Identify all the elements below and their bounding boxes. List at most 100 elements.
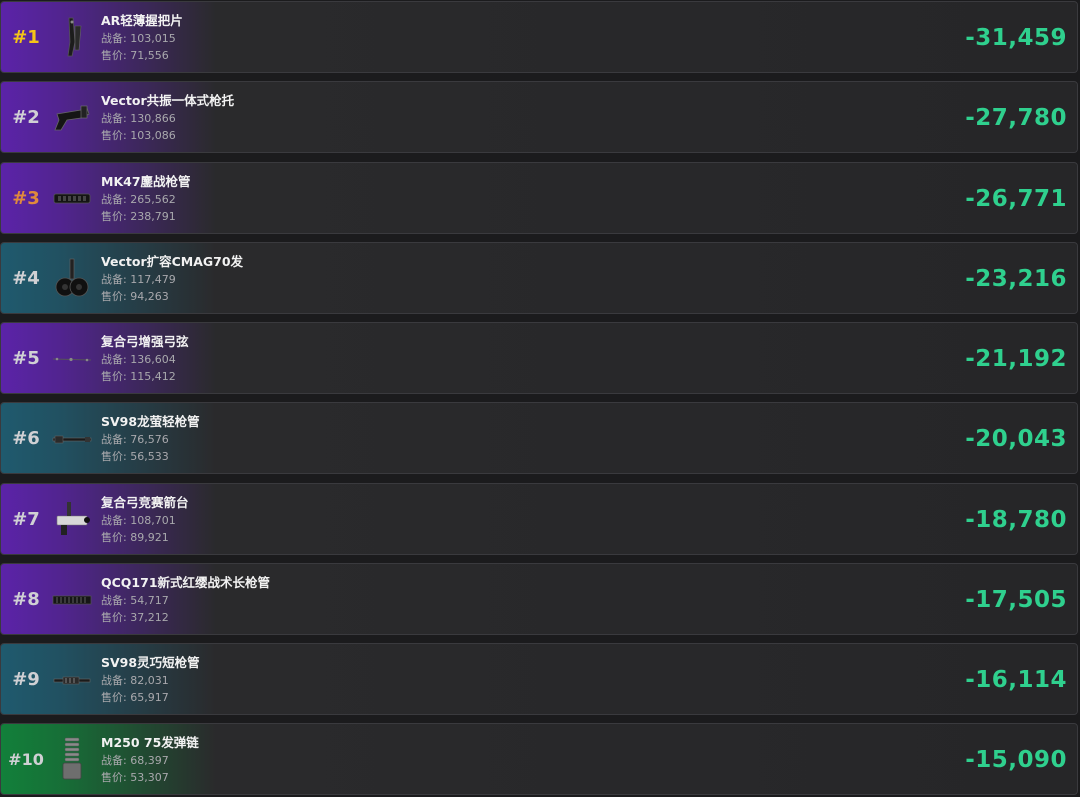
item-cost: 战备: 117,479 [101, 271, 601, 288]
price-value: 103,086 [130, 129, 176, 143]
item-info: AR轻薄握把片 战备: 103,015 售价: 71,556 [101, 12, 601, 64]
price-value: 65,917 [130, 691, 169, 704]
item-cost: 战备: 68,397 [101, 752, 601, 769]
rank-number: #1 [12, 27, 40, 48]
profit-value: -20,043 [965, 426, 1067, 453]
item-info: SV98灵巧短枪管 战备: 82,031 售价: 65,917 [101, 654, 601, 706]
price-value: 37,212 [130, 610, 169, 624]
ranking-row[interactable]: #2 Vector共振一体式枪托 战备: 130,866 售价: 103,086 -27… [0, 81, 1078, 154]
grip-icon [51, 12, 93, 64]
ranking-row[interactable]: #5 复合弓增强弓弦 战备: 136,604 售价: 115,412 -21,192 [0, 322, 1078, 394]
ranking-row[interactable]: #1 AR轻薄握把片 战备: 103,015 售价: 71,556 -31,459 [0, 1, 1078, 73]
cost-label: 战备: [101, 593, 127, 607]
price-label: 售价: [101, 450, 127, 464]
item-info: Vector扩容CMAG70发战备: 117,479 售价: 94,263 [101, 253, 601, 305]
price-label: 售价: [101, 129, 127, 143]
item-price: 售价: 56,533 [101, 448, 601, 465]
ammo-belt-icon [51, 734, 93, 786]
item-info: 复合弓增强弓弦 战备: 136,604 售价: 115,412 [101, 333, 601, 385]
price-value: 94,263 [130, 289, 169, 303]
rail-barrel-icon [51, 574, 93, 626]
item-price: 售价: 115,412 [101, 368, 601, 385]
cost-label: 战备: [101, 353, 127, 366]
cost-value: 82,031 [130, 674, 169, 687]
price-value: 89,921 [130, 530, 169, 544]
ranking-row[interactable]: #8 QCQ171新式红缨战术长枪管 战备: 54,717 售价: 37,212 -17… [0, 562, 1078, 635]
cost-label: 战备: [101, 674, 127, 687]
price-label: 售价: [101, 530, 127, 544]
item-cost: 战备: 82,031 [101, 672, 601, 689]
item-name: M250 75发弹链 [101, 735, 199, 751]
item-price: 售价: 53,307 [101, 769, 601, 786]
cost-value: 76,576 [130, 433, 169, 447]
barrel-icon [51, 173, 93, 225]
cost-value: 136,604 [130, 353, 176, 366]
item-name: Vector共振一体式枪托 [101, 93, 235, 109]
cost-label: 战备: [101, 192, 127, 206]
drum-magazine-icon [51, 253, 93, 305]
item-cost: 战备: 108,701 [101, 512, 601, 529]
rank-number: #3 [12, 187, 40, 209]
item-cost: 战备: 76,576 [101, 431, 601, 448]
item-name: MK47鏖战枪管 [101, 173, 191, 189]
item-cost: 战备: 54,717 [101, 592, 601, 609]
item-name: 复合弓增强弓弦 [101, 334, 189, 349]
item-info: SV98龙萤轻枪管 战备: 76,576 售价: 56,533 [101, 413, 601, 465]
price-value: 56,533 [130, 450, 169, 464]
profit-value: -18,780 [965, 506, 1067, 533]
profit-value: -17,505 [965, 586, 1067, 613]
item-price: 售价: 65,917 [101, 689, 601, 706]
profit-value: -31,459 [965, 25, 1067, 51]
short-barrel-icon [51, 654, 93, 706]
price-value: 71,556 [130, 49, 169, 62]
item-name: AR轻薄握把片 [101, 13, 183, 28]
cost-label: 战备: [101, 513, 127, 527]
item-info: MK47鏖战枪管 战备: 265,562 售价: 238,791 [101, 173, 601, 225]
cost-value: 130,866 [130, 112, 176, 126]
ranking-list: #1 AR轻薄握把片战备: 103,015 售价: 71,556 -31,459 #2 V… [0, 0, 1080, 797]
profit-value: -23,216 [965, 265, 1067, 292]
ranking-row[interactable]: #3 MK47鏖战枪管 战备: 265,562 售价: 238,791 -26,771 [0, 161, 1078, 234]
cost-label: 战备: [101, 754, 127, 768]
profit-value: -26,771 [965, 185, 1067, 212]
item-name: SV98龙萤轻枪管 [101, 414, 200, 430]
cost-label: 战备: [101, 433, 127, 447]
ranking-row[interactable]: #7 复合弓竞赛箭台 战备: 108,701 售价: 89,921 -18,780 [0, 482, 1078, 555]
rank-number: #5 [12, 348, 40, 369]
rank-number: #9 [12, 669, 40, 690]
profit-value: -16,114 [965, 667, 1067, 693]
ranking-row[interactable]: #9 SV98灵巧短枪管 战备: 82,031 售价: 65,917 -16,114 [0, 643, 1078, 715]
item-name: SV98灵巧短枪管 [101, 655, 200, 670]
cost-value: 108,701 [130, 513, 176, 527]
rank-number: #7 [12, 508, 40, 530]
item-price: 售价: 238,791 [101, 208, 601, 225]
cost-value: 68,397 [130, 754, 169, 768]
ranking-row[interactable]: #6 SV98龙萤轻枪管 战备: 76,576 售价: 56,533 -20,043 [0, 402, 1078, 475]
item-info: M250 75发弹链 战备: 68,397 售价: 53,307 [101, 734, 601, 786]
price-label: 售价: [101, 370, 127, 383]
price-value: 115,412 [130, 370, 176, 383]
rank-number: #10 [8, 750, 44, 770]
long-barrel-icon [51, 413, 93, 465]
cost-value: 265,562 [130, 192, 176, 206]
item-cost: 战备: 265,562 [101, 191, 601, 208]
item-info: Vector共振一体式枪托 战备: 130,866 售价: 103,086 [101, 92, 601, 144]
bowstring-icon [51, 333, 93, 385]
ranking-row[interactable]: #10 M250 75发弹链 战备: 68,397 售价: 53,307 -15,090 [0, 723, 1078, 796]
item-name: Vector扩容CMAG70发 [101, 253, 244, 269]
item-price: 售价: 94,263 [101, 288, 601, 305]
price-label: 售价: [101, 610, 127, 624]
price-label: 售价: [101, 289, 127, 303]
rank-number: #4 [12, 267, 40, 289]
cost-value: 54,717 [130, 593, 169, 607]
rank-number: #2 [12, 107, 40, 129]
cost-label: 战备: [101, 112, 127, 126]
ranking-row[interactable]: #4 Vector扩容CMAG70发战备: 117,479 售价: 94,263 -2… [0, 241, 1078, 314]
item-price: 售价: 89,921 [101, 529, 601, 546]
price-label: 售价: [101, 771, 127, 785]
item-cost: 战备: 103,015 [101, 30, 601, 47]
item-name: QCQ171新式红缨战术长枪管 [101, 574, 271, 590]
price-label: 售价: [101, 209, 127, 223]
profit-value: -27,780 [965, 105, 1067, 132]
price-value: 238,791 [130, 209, 176, 223]
